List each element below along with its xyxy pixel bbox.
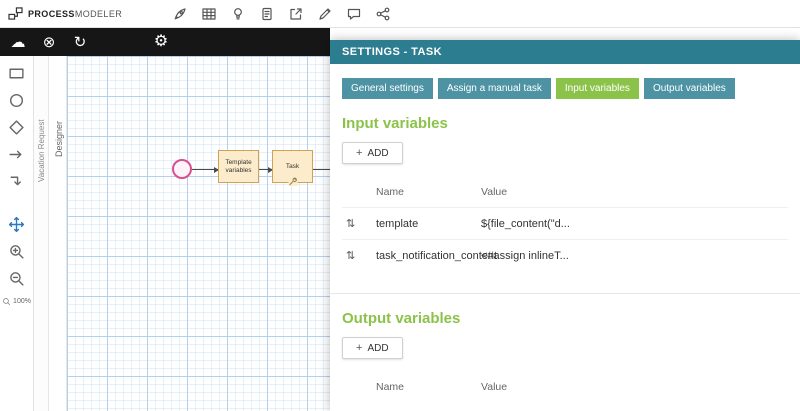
settings-panel: SETTINGS - TASK General settings Assign … (330, 40, 800, 411)
action-bar: ☁ ⊗ ↻ ⚙ (0, 28, 330, 56)
start-event-node[interactable] (172, 159, 192, 179)
sequence-flow-1 (192, 166, 219, 173)
logo-flowchart-icon (8, 7, 23, 20)
drag-handle-icon[interactable]: ⇅ (342, 217, 376, 230)
table-header: Name Value (342, 372, 788, 402)
comment-icon[interactable] (344, 4, 364, 24)
connector-tool[interactable] (7, 171, 27, 191)
tab-input-variables[interactable]: Input variables (555, 78, 639, 99)
arrow-tool[interactable] (7, 144, 27, 164)
idea-bulb-icon[interactable] (228, 4, 248, 24)
circle-tool[interactable] (7, 90, 27, 110)
zoom-in-tool[interactable] (7, 241, 27, 261)
task-node-template-variables[interactable]: Template variables (218, 150, 259, 183)
table-icon[interactable] (199, 4, 219, 24)
process-tab-label: Vacation Request (37, 119, 46, 182)
shape-palette: 100% (0, 56, 34, 411)
column-value: Value (481, 186, 508, 198)
cloud-upload-icon[interactable]: ☁ (9, 35, 27, 50)
node-label: Template variables (225, 158, 252, 174)
share-network-icon[interactable] (373, 4, 393, 24)
table-row[interactable]: ⇅ template ${file_content("d... (342, 207, 788, 239)
column-name: Name (376, 186, 405, 198)
table-row[interactable]: ⇅ task_notification_content <#assign inl… (342, 239, 788, 271)
add-button-label: ADD (367, 147, 389, 159)
drag-handle-icon[interactable]: ⇅ (342, 249, 376, 262)
gear-icon[interactable]: ⚙ (152, 34, 170, 50)
wrench-icon (288, 177, 297, 186)
export-icon[interactable] (286, 4, 306, 24)
output-variables-table: Name Value No data (342, 372, 788, 411)
designer-tab-label: Designer (54, 120, 64, 157)
sync-icon[interactable]: ↻ (71, 35, 89, 50)
table-header: Name Value (342, 177, 788, 207)
section-divider (330, 293, 800, 294)
designer-vertical-tab[interactable]: Designer (49, 56, 67, 411)
zoom-level: 100% (2, 297, 31, 306)
add-button-label: ADD (367, 342, 389, 354)
tab-output-variables[interactable]: Output variables (643, 78, 735, 99)
input-variables-heading: Input variables (342, 115, 448, 132)
add-output-variable-button[interactable]: + ADD (342, 337, 403, 359)
row-value: <#assign inlineT... (481, 249, 569, 262)
process-vertical-tab[interactable]: Vacation Request (34, 56, 49, 411)
settings-tabs: General settings Assign a manual task In… (342, 78, 788, 99)
pen-icon[interactable] (315, 4, 335, 24)
plus-icon: + (356, 342, 363, 354)
plus-icon: + (356, 147, 363, 159)
output-variables-heading: Output variables (342, 310, 461, 327)
diamond-tool[interactable] (7, 117, 27, 137)
column-name: Name (376, 381, 405, 393)
publish-icon[interactable] (170, 4, 190, 24)
rectangle-tool[interactable] (7, 63, 27, 83)
row-name: template (376, 217, 419, 230)
sequence-flow-2 (259, 166, 273, 173)
input-variables-table: Name Value ⇅ template ${file_content("d.… (342, 177, 788, 271)
column-value: Value (481, 381, 508, 393)
move-tool[interactable] (7, 214, 27, 234)
brand-name: PROCESSMODELER (28, 8, 123, 19)
task-node-task[interactable]: Task (272, 150, 313, 186)
cancel-icon[interactable]: ⊗ (40, 35, 58, 50)
zoom-level-text: 100% (13, 298, 31, 305)
app-logo: PROCESSMODELER (0, 7, 122, 20)
row-name: task_notification_content (376, 249, 498, 262)
top-toolbar: PROCESSMODELER (0, 0, 800, 28)
row-value: ${file_content("d... (481, 217, 570, 230)
add-input-variable-button[interactable]: + ADD (342, 142, 403, 164)
magnifier-icon (3, 298, 11, 306)
zoom-out-tool[interactable] (7, 268, 27, 288)
tab-assign-manual-task[interactable]: Assign a manual task (437, 78, 551, 99)
sequence-flow-3 (313, 169, 330, 170)
settings-panel-title: SETTINGS - TASK (330, 40, 800, 64)
node-label: Task (285, 162, 300, 170)
tab-general-settings[interactable]: General settings (342, 78, 433, 99)
template-doc-icon[interactable] (257, 4, 277, 24)
